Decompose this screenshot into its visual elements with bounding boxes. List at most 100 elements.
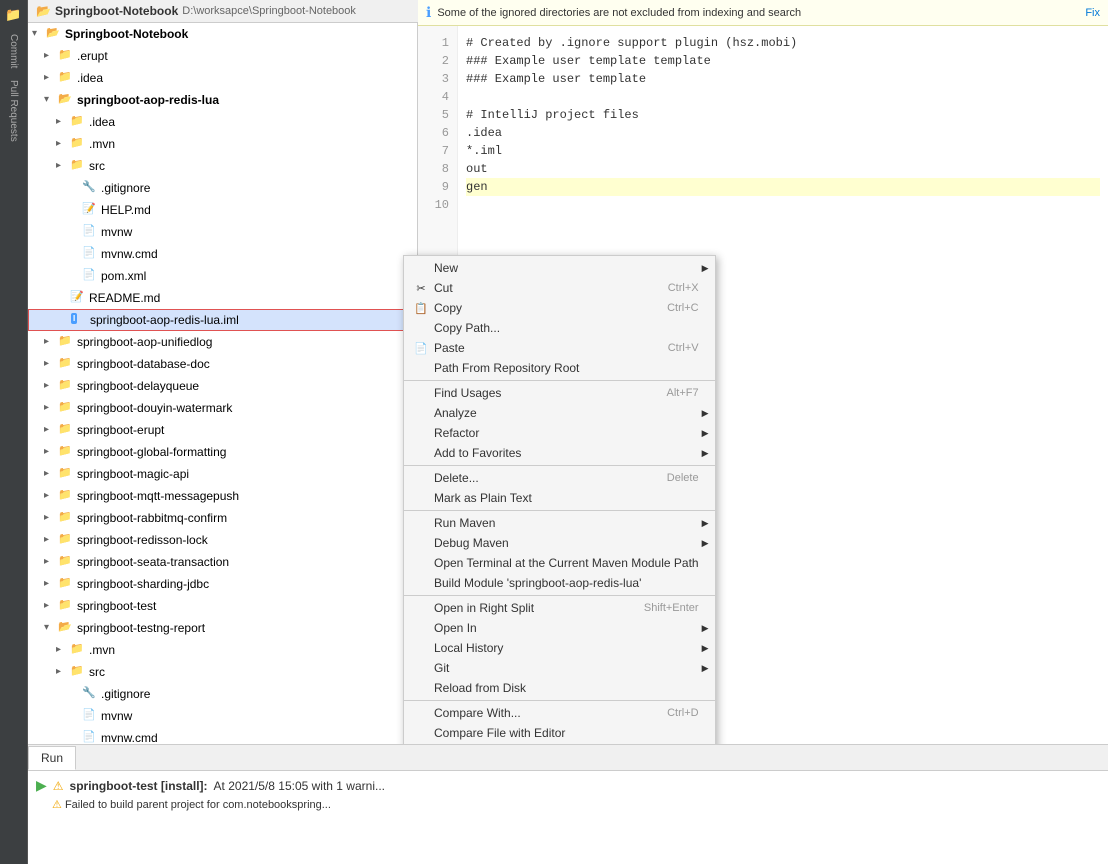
menu-item-compare-file-editor[interactable]: Compare File with Editor bbox=[404, 723, 715, 743]
sidebar-item-springboot-douyin-watermark[interactable]: 📁springboot-douyin-watermark bbox=[28, 397, 417, 419]
menu-item-open-right-split[interactable]: Open in Right SplitShift+Enter bbox=[404, 598, 715, 618]
menu-item-copy-path[interactable]: Copy Path... bbox=[404, 318, 715, 338]
menu-item-new[interactable]: New bbox=[404, 258, 715, 278]
sidebar-item-springboot-aop-redis-lua[interactable]: 📂springboot-aop-redis-lua bbox=[28, 89, 417, 111]
sidebar-item-gitignore[interactable]: 🔧.gitignore bbox=[28, 177, 417, 199]
menu-item-add-to-favorites[interactable]: Add to Favorites bbox=[404, 443, 715, 463]
menu-item-reload-disk[interactable]: Reload from Disk bbox=[404, 678, 715, 698]
sidebar-item-springboot-sharding-jdbc[interactable]: 📁springboot-sharding-jdbc bbox=[28, 573, 417, 595]
sidebar-item-springboot-aop-unifiedlog[interactable]: 📁springboot-aop-unifiedlog bbox=[28, 331, 417, 353]
sidebar-item-springboot-delayqueue[interactable]: 📁springboot-delayqueue bbox=[28, 375, 417, 397]
tree-arrow-springboot-seata-transaction bbox=[44, 556, 56, 568]
menu-item-run-maven[interactable]: Run Maven bbox=[404, 513, 715, 533]
sidebar-container: 📂 Springboot-Notebook D:\worksapce\Sprin… bbox=[28, 0, 418, 744]
sidebar-item-src[interactable]: 📁src bbox=[28, 155, 417, 177]
sidebar-item-pom-xml[interactable]: 📄pom.xml bbox=[28, 265, 417, 287]
menu-shortcut-copy: Ctrl+C bbox=[647, 302, 698, 314]
item-label-pom-xml: pom.xml bbox=[101, 269, 146, 283]
tree-arrow-springboot-aop-redis-lua-iml bbox=[57, 314, 69, 326]
project-tab-icon[interactable]: 📁 bbox=[3, 4, 25, 26]
menu-item-refactor[interactable]: Refactor bbox=[404, 423, 715, 443]
file-icon-mvnw-cmd: 📄 bbox=[82, 246, 98, 262]
sidebar-item-springboot-aop-redis-lua-iml[interactable]: Ispringboot-aop-redis-lua.iml bbox=[28, 309, 417, 331]
menu-item-paste[interactable]: 📄PasteCtrl+V bbox=[404, 338, 715, 358]
item-label-gitignore: .gitignore bbox=[101, 181, 150, 195]
tree-arrow-erupt bbox=[44, 50, 56, 62]
tree-arrow-springboot-magic-api bbox=[44, 468, 56, 480]
menu-item-cut[interactable]: ✂CutCtrl+X bbox=[404, 278, 715, 298]
menu-label-open-terminal: Open Terminal at the Current Maven Modul… bbox=[434, 556, 699, 570]
run-tab[interactable]: Run bbox=[28, 746, 76, 770]
menu-item-delete[interactable]: Delete...Delete bbox=[404, 468, 715, 488]
sidebar-item-springboot-test[interactable]: 📁springboot-test bbox=[28, 595, 417, 617]
sidebar-item-idea-inner[interactable]: 📁.idea bbox=[28, 111, 417, 133]
menu-label-refactor: Refactor bbox=[434, 426, 479, 440]
item-label-springboot-aop-redis-lua-iml: springboot-aop-redis-lua.iml bbox=[90, 313, 239, 327]
sidebar-item-mvnw-cmd2[interactable]: 📄mvnw.cmd bbox=[28, 727, 417, 744]
tree-arrow-mvnw bbox=[68, 226, 80, 238]
tree-arrow-springboot-global-formatting bbox=[44, 446, 56, 458]
tree-arrow-idea-inner bbox=[56, 116, 68, 128]
item-label-springboot-notebook: Springboot-Notebook bbox=[65, 27, 188, 41]
sidebar-item-mvnw[interactable]: 📄mvnw bbox=[28, 221, 417, 243]
sidebar-item-help-md[interactable]: 📝HELP.md bbox=[28, 199, 417, 221]
sidebar-item-mvnw2[interactable]: 📄mvnw bbox=[28, 705, 417, 727]
item-label-springboot-testng-report: springboot-testng-report bbox=[77, 621, 205, 635]
sidebar-item-springboot-mqtt-messagepush[interactable]: 📁springboot-mqtt-messagepush bbox=[28, 485, 417, 507]
sidebar-item-erupt[interactable]: 📁.erupt bbox=[28, 45, 417, 67]
item-label-mvnw: mvnw bbox=[101, 225, 132, 239]
menu-item-open-terminal[interactable]: Open Terminal at the Current Maven Modul… bbox=[404, 553, 715, 573]
sidebar-item-springboot-seata-transaction[interactable]: 📁springboot-seata-transaction bbox=[28, 551, 417, 573]
pull-requests-icon[interactable]: Pull Requests bbox=[3, 76, 25, 146]
fix-button[interactable]: Fix bbox=[1085, 7, 1100, 19]
context-menu-overlay: New✂CutCtrl+X📋CopyCtrl+CCopy Path...📄Pas… bbox=[403, 255, 716, 744]
menu-separator bbox=[404, 595, 715, 596]
menu-label-run-maven: Run Maven bbox=[434, 516, 495, 530]
sidebar-item-mvnw-cmd[interactable]: 📄mvnw.cmd bbox=[28, 243, 417, 265]
file-icon-pom-xml: 📄 bbox=[82, 268, 98, 284]
sidebar-item-idea-root[interactable]: 📁.idea bbox=[28, 67, 417, 89]
sidebar-item-springboot-testng-report[interactable]: 📂springboot-testng-report bbox=[28, 617, 417, 639]
menu-shortcut-delete: Delete bbox=[647, 472, 699, 484]
menu-item-build-module[interactable]: Build Module 'springboot-aop-redis-lua' bbox=[404, 573, 715, 593]
item-label-springboot-database-doc: springboot-database-doc bbox=[77, 357, 210, 371]
menu-item-compare-with[interactable]: Compare With...Ctrl+D bbox=[404, 703, 715, 723]
sidebar-item-mvn[interactable]: 📁.mvn bbox=[28, 133, 417, 155]
item-label-springboot-seata-transaction: springboot-seata-transaction bbox=[77, 555, 229, 569]
commit-tab-icon[interactable]: Commit bbox=[3, 30, 25, 72]
menu-item-find-usages[interactable]: Find UsagesAlt+F7 bbox=[404, 383, 715, 403]
sidebar-item-mvn2[interactable]: 📁.mvn bbox=[28, 639, 417, 661]
menu-item-path-from-repo[interactable]: Path From Repository Root bbox=[404, 358, 715, 378]
menu-item-copy[interactable]: 📋CopyCtrl+C bbox=[404, 298, 715, 318]
tree-arrow-springboot-rabbitmq-confirm bbox=[44, 512, 56, 524]
menu-item-mark-plain-text[interactable]: Mark as Plain Text bbox=[404, 488, 715, 508]
run-play-button[interactable]: ▶ bbox=[36, 777, 47, 794]
run-label: springboot-test [install]: bbox=[70, 779, 208, 793]
menu-separator bbox=[404, 380, 715, 381]
tree-arrow-readme-md bbox=[56, 292, 68, 304]
sidebar-item-gitignore2[interactable]: 🔧.gitignore bbox=[28, 683, 417, 705]
menu-label-cut: Cut bbox=[434, 281, 453, 295]
line-number-1: 1 bbox=[426, 34, 449, 52]
file-icon-springboot-redisson-lock: 📁 bbox=[58, 532, 74, 548]
sidebar-item-springboot-magic-api[interactable]: 📁springboot-magic-api bbox=[28, 463, 417, 485]
item-label-springboot-sharding-jdbc: springboot-sharding-jdbc bbox=[77, 577, 209, 591]
menu-item-open-in[interactable]: Open In bbox=[404, 618, 715, 638]
tree-arrow-help-md bbox=[68, 204, 80, 216]
file-icon-mvn2: 📁 bbox=[70, 642, 86, 658]
sidebar-item-springboot-database-doc[interactable]: 📁springboot-database-doc bbox=[28, 353, 417, 375]
sidebar-item-springboot-redisson-lock[interactable]: 📁springboot-redisson-lock bbox=[28, 529, 417, 551]
sidebar-item-src2[interactable]: 📁src bbox=[28, 661, 417, 683]
sidebar-item-springboot-notebook[interactable]: 📂Springboot-Notebook bbox=[28, 23, 417, 45]
menu-label-debug-maven: Debug Maven bbox=[434, 536, 509, 550]
sidebar-item-springboot-erupt[interactable]: 📁springboot-erupt bbox=[28, 419, 417, 441]
menu-item-analyze[interactable]: Analyze bbox=[404, 403, 715, 423]
sidebar-item-springboot-rabbitmq-confirm[interactable]: 📁springboot-rabbitmq-confirm bbox=[28, 507, 417, 529]
menu-label-build-module: Build Module 'springboot-aop-redis-lua' bbox=[434, 576, 641, 590]
menu-item-local-history[interactable]: Local History bbox=[404, 638, 715, 658]
menu-item-git[interactable]: Git bbox=[404, 658, 715, 678]
file-icon-springboot-global-formatting: 📁 bbox=[58, 444, 74, 460]
menu-item-debug-maven[interactable]: Debug Maven bbox=[404, 533, 715, 553]
sidebar-item-springboot-global-formatting[interactable]: 📁springboot-global-formatting bbox=[28, 441, 417, 463]
sidebar-item-readme-md[interactable]: 📝README.md bbox=[28, 287, 417, 309]
